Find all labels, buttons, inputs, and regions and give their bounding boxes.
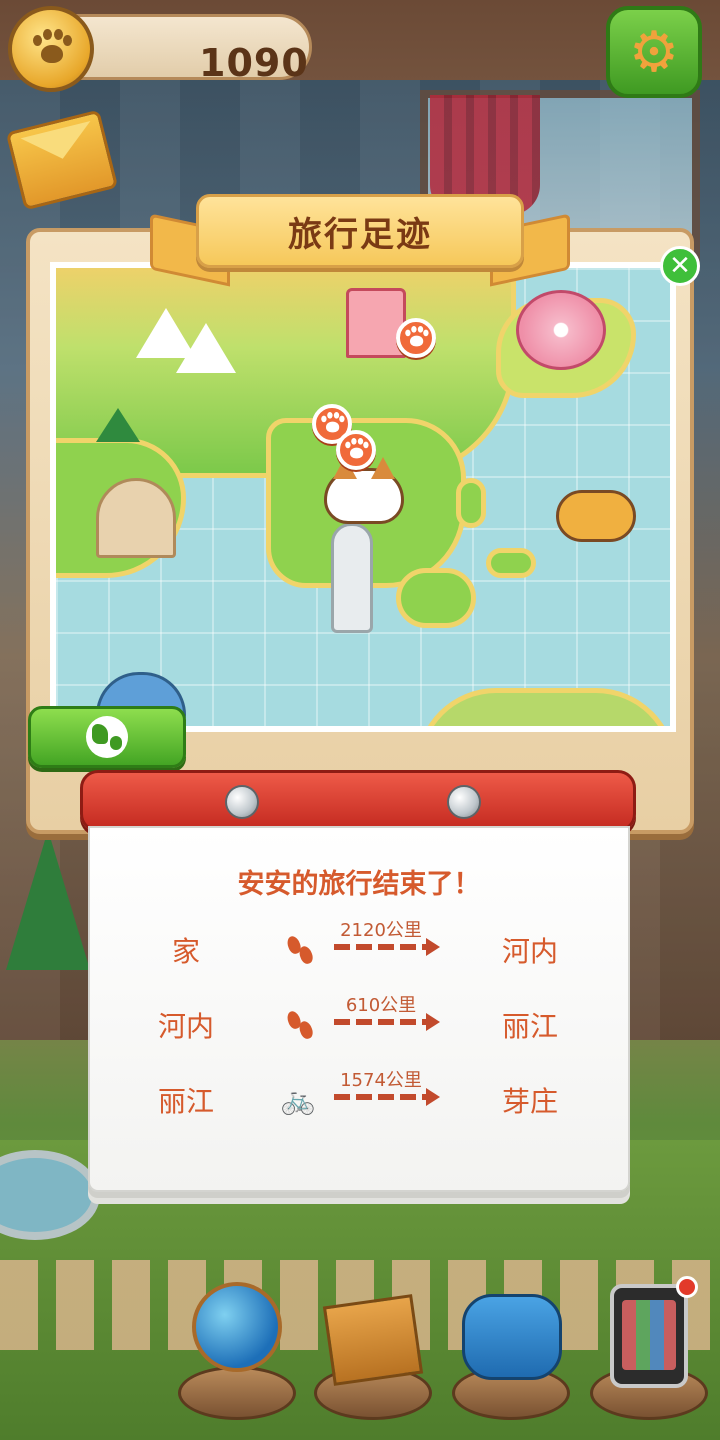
travel-map (50, 262, 676, 732)
statue-landmark-icon (331, 523, 373, 633)
coin-value: 1090 (199, 41, 309, 85)
panel-title: 旅行足迹 (288, 214, 432, 255)
route-arrow-icon (334, 1013, 440, 1031)
paw-icon (31, 29, 72, 69)
dock-mobile-button[interactable] (584, 1276, 714, 1420)
route-arrow-icon (334, 938, 440, 956)
footprints-icon (278, 1007, 318, 1043)
route-row: 家 2120公里 河内 (90, 920, 628, 980)
scroll-header-bar (80, 770, 636, 832)
route-distance: 1574公里 (340, 1070, 422, 1091)
notification-badge (676, 1276, 698, 1298)
close-button[interactable]: ✕ (660, 246, 700, 286)
route-distance: 610公里 (345, 995, 417, 1016)
map-land-borneo (486, 548, 536, 578)
rivet-decoration (447, 785, 481, 819)
paw-location-pin[interactable] (396, 318, 436, 358)
route-row: 丽江 🚲 1574公里 芽庄 (90, 1070, 628, 1130)
route-destination: 芽庄 (501, 1085, 558, 1118)
footprints-icon (278, 932, 318, 968)
trip-headline: 安安的旅行结束了！ (237, 869, 481, 900)
forest-icon (96, 408, 140, 442)
dock-globe-button[interactable] (172, 1282, 302, 1420)
globe-icon (192, 1282, 282, 1372)
gear-icon: ⚙ (628, 19, 680, 85)
map-land-philippines (456, 478, 486, 528)
route-arrow-icon (334, 1088, 440, 1106)
globe-icon (86, 716, 128, 758)
map-land-australia (416, 688, 670, 726)
title-ribbon: 旅行足迹 (196, 194, 524, 268)
bicycle-icon: 🚲 (280, 1083, 316, 1116)
route-row: 河内 610公里 丽江 (90, 995, 628, 1055)
rivet-decoration (225, 785, 259, 819)
map-land-island (396, 568, 476, 628)
snow-mountain-icon (176, 323, 236, 373)
route-destination: 丽江 (501, 1010, 558, 1043)
boat-dog-icon (556, 490, 636, 542)
dock-pedestal (178, 1366, 296, 1420)
route-distance: 2120公里 (340, 920, 422, 941)
dock-toolbox-button[interactable] (308, 1290, 438, 1420)
route-destination: 河内 (501, 935, 558, 968)
route-origin: 丽江 (157, 1085, 214, 1118)
settings-button[interactable]: ⚙ (606, 6, 702, 98)
christmas-tree-decoration (6, 830, 90, 970)
telephone-icon (462, 1294, 562, 1380)
paw-coin-icon (8, 6, 94, 92)
temple-landmark-icon (346, 288, 406, 358)
trip-summary-card: 安安的旅行结束了！ 家 2120公里 河内 河内 610公里 丽江 丽江 🚲 1… (88, 826, 630, 1192)
toolbox-icon (322, 1294, 424, 1386)
corgi-avatar-icon (324, 457, 404, 524)
mobile-phone-icon (610, 1284, 688, 1388)
close-icon: ✕ (669, 251, 691, 281)
world-map-button[interactable] (28, 706, 186, 768)
route-origin: 河内 (157, 1010, 214, 1043)
route-origin: 家 (171, 935, 200, 968)
cherry-blossom-icon (516, 290, 606, 370)
taj-mahal-icon (96, 478, 176, 558)
dock-telephone-button[interactable] (446, 1290, 576, 1420)
paw-location-pin[interactable] (336, 430, 376, 470)
